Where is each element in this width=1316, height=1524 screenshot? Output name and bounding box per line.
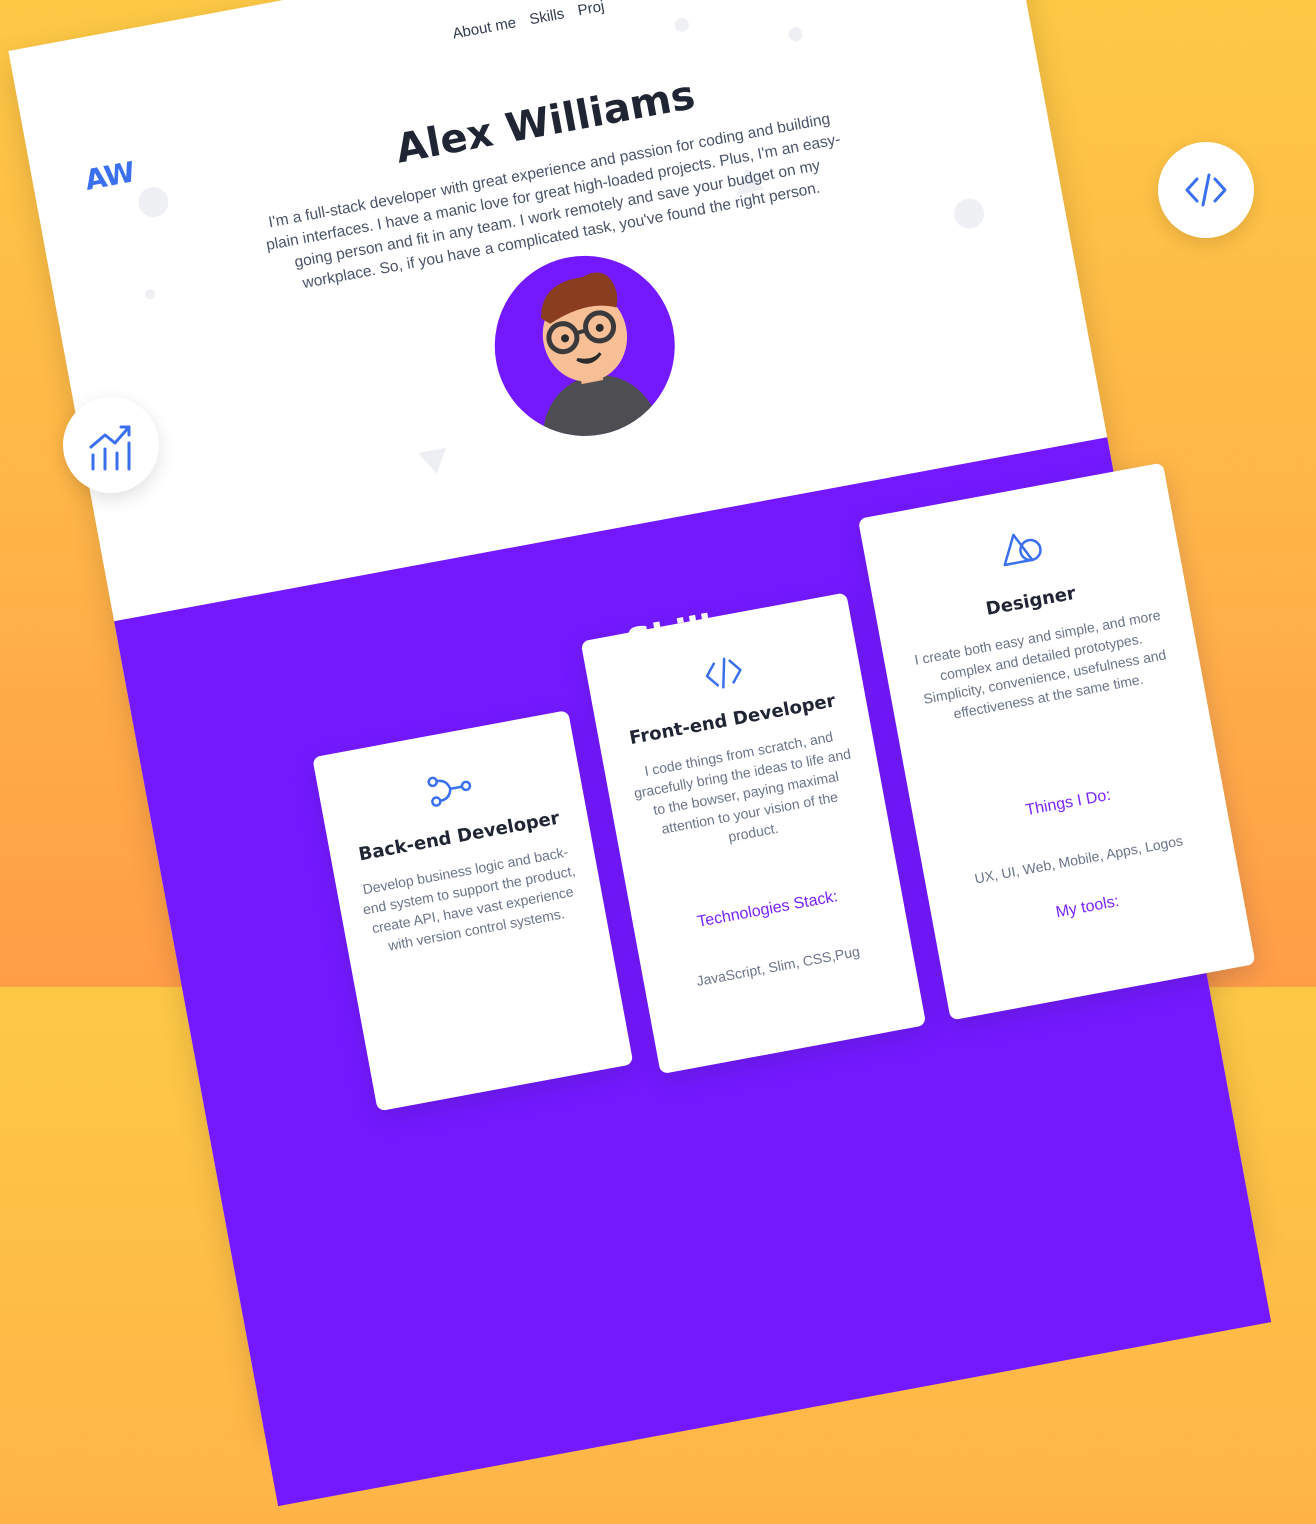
card-description: I code things from scratch, and graceful… [632,728,853,845]
growth-chart-icon [89,425,131,471]
tilted-page-mockup: AW About me Skills Proj Alex Williams I'… [0,0,1316,1507]
shapes-icon [1003,533,1042,567]
growth-badge [63,397,159,493]
code-badge [1158,142,1254,238]
card-list: JavaScript, Slim, CSS,Pug [695,943,861,989]
card-subheading: Technologies Stack: [696,888,840,931]
decor-triangle [418,447,451,477]
code-icon [705,657,742,689]
branch-nodes-icon [427,776,472,807]
card-subheading: Things I Do: [1024,786,1113,820]
code-icon [1185,173,1227,207]
